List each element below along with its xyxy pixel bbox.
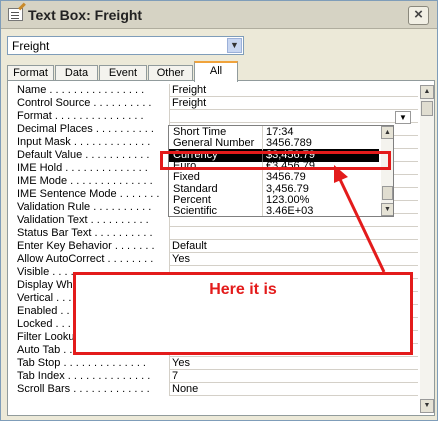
property-value[interactable]: Freight	[169, 84, 418, 97]
property-row[interactable]: Tab Index . . . . . . . . . . . . . . 7	[11, 370, 418, 383]
property-label: Allow AutoCorrect . . . . . . . .	[17, 253, 154, 265]
property-label: IME Mode . . . . . . . . . . . . . .	[17, 175, 153, 187]
property-label: IME Sentence Mode . . . . . . .	[17, 188, 160, 200]
format-option-name: Standard	[173, 182, 218, 195]
format-option[interactable]: Fixed 3456.79	[169, 171, 379, 185]
property-label: Default Value . . . . . . . . . . .	[17, 149, 150, 161]
format-option-sample: 123.00%	[262, 193, 378, 207]
format-list-scrollbar[interactable]: ▲ ▼	[381, 126, 393, 216]
property-value[interactable]: 7	[169, 370, 418, 383]
tab-format[interactable]: Format	[7, 65, 54, 81]
property-row[interactable]: Allow AutoCorrect . . . . . . . . Yes	[11, 253, 418, 266]
scroll-up-icon[interactable]: ▲	[420, 85, 434, 99]
format-option[interactable]: Percent 123.00%	[169, 193, 379, 207]
property-value[interactable]: None	[169, 383, 418, 396]
object-selector[interactable]: Freight ▼	[7, 36, 244, 55]
property-label: Scroll Bars . . . . . . . . . . . . .	[17, 383, 150, 395]
tab-event[interactable]: Event	[99, 65, 147, 81]
tab-all[interactable]: All	[194, 61, 238, 82]
property-label: Validation Text . . . . . . . . . .	[17, 214, 149, 226]
scroll-down-icon[interactable]: ▼	[381, 203, 393, 216]
properties-panel: Name . . . . . . . . . . . . . . . . Frei…	[7, 80, 435, 416]
property-row[interactable]: Tab Stop . . . . . . . . . . . . . . Yes	[11, 357, 418, 370]
property-label: Tab Index . . . . . . . . . . . . . .	[17, 370, 151, 382]
format-option-sample: 3.46E+03	[262, 205, 378, 216]
format-option[interactable]: Standard 3,456.79	[169, 182, 379, 196]
format-option-sample: 3456.79	[262, 171, 378, 185]
format-option-sample: 3456.789	[262, 137, 378, 151]
format-option-name: Fixed	[173, 171, 200, 184]
property-label: Decimal Places . . . . . . . . . .	[17, 123, 154, 135]
format-option-sample: 3,456.79	[262, 182, 378, 196]
property-grid-scrollbar[interactable]: ▲ ▼	[420, 85, 434, 413]
property-value[interactable]: Default	[169, 240, 418, 253]
property-value[interactable]: Yes	[169, 253, 418, 266]
property-label: Format . . . . . . . . . . . . . . .	[17, 110, 144, 122]
property-value[interactable]	[169, 227, 418, 240]
format-option[interactable]: Short Time 17:34	[169, 126, 379, 139]
close-button[interactable]: ×	[408, 6, 429, 25]
format-dropdown-button[interactable]: ▼	[395, 111, 411, 124]
property-row[interactable]: Scroll Bars . . . . . . . . . . . . . Non…	[11, 383, 418, 396]
object-selector-value: Freight	[12, 39, 50, 53]
chevron-down-icon[interactable]: ▼	[227, 38, 242, 53]
format-option-name: General Number	[173, 137, 255, 150]
close-icon: ×	[414, 6, 423, 23]
format-option-name: Scientific	[173, 205, 218, 217]
property-value[interactable]: Freight	[169, 97, 418, 110]
format-option-name: Short Time	[173, 126, 227, 138]
property-row[interactable]: Status Bar Text . . . . . . . . . .	[11, 227, 418, 240]
property-sheet-window: Text Box: Freight × Freight ▼ Format Dat…	[0, 0, 438, 421]
property-label: Status Bar Text . . . . . . . . . .	[17, 227, 153, 239]
property-row[interactable]: Enter Key Behavior . . . . . . . Default	[11, 240, 418, 253]
property-row[interactable]: Format . . . . . . . . . . . . . . .	[11, 110, 418, 123]
property-label: Enter Key Behavior . . . . . . .	[17, 240, 155, 252]
property-value[interactable]	[169, 110, 418, 123]
property-label: Tab Stop . . . . . . . . . . . . . .	[17, 357, 146, 369]
scroll-up-icon[interactable]: ▲	[381, 126, 393, 139]
format-option-sample: 17:34	[262, 126, 378, 139]
window-title: Text Box: Freight	[28, 7, 143, 23]
property-label: Control Source . . . . . . . . . .	[17, 97, 152, 109]
format-dropdown-list[interactable]: Scientific 3.46E+03 Percent 123.00% Standard…	[168, 125, 394, 217]
format-option[interactable]: General Number 3456.789	[169, 137, 379, 151]
scroll-thumb[interactable]	[421, 101, 433, 116]
property-label: Input Mask . . . . . . . . . . . . .	[17, 136, 151, 148]
property-label: Validation Rule . . . . . . . . . .	[17, 201, 152, 213]
chevron-down-icon: ▼	[399, 113, 407, 122]
property-label: Name . . . . . . . . . . . . . . . .	[17, 84, 145, 96]
currency-highlight	[160, 151, 391, 170]
title-bar[interactable]: Text Box: Freight ×	[1, 1, 437, 29]
property-label: IME Hold . . . . . . . . . . . . . .	[17, 162, 148, 174]
scroll-thumb[interactable]	[382, 186, 393, 200]
tab-strip: Format Data Event Other All	[7, 61, 435, 82]
format-option-name: Percent	[173, 193, 211, 206]
annotation-callout: Here it is	[73, 272, 413, 355]
format-option[interactable]: Scientific 3.46E+03	[169, 205, 379, 217]
tab-other[interactable]: Other	[148, 65, 193, 81]
tab-data[interactable]: Data	[55, 65, 98, 81]
property-value[interactable]: Yes	[169, 357, 418, 370]
property-row[interactable]: Name . . . . . . . . . . . . . . . . Frei…	[11, 84, 418, 97]
property-row[interactable]: Control Source . . . . . . . . . . Freigh…	[11, 97, 418, 110]
properties-icon	[8, 8, 23, 21]
annotation-callout-text: Here it is	[209, 281, 277, 298]
scroll-down-icon[interactable]: ▼	[420, 399, 434, 413]
